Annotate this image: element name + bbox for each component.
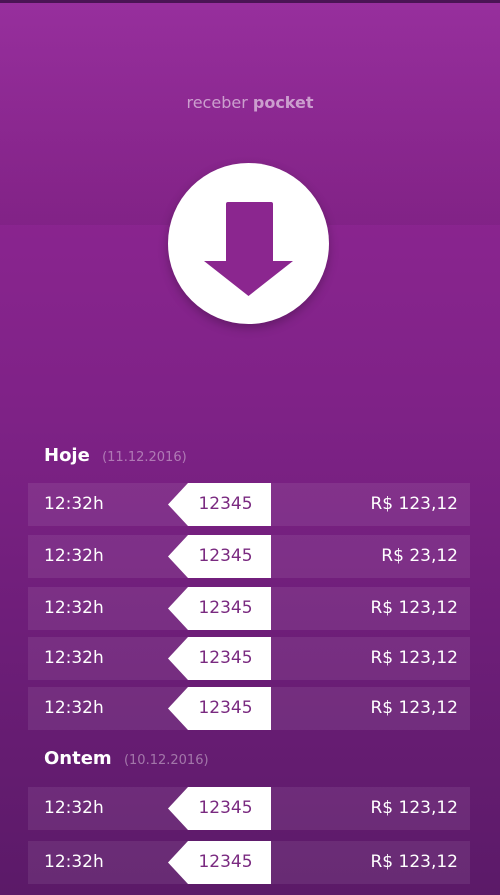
row-amount: R$ 123,12 [370,648,458,668]
code-tag: 12345 [168,535,271,578]
code-tag: 12345 [168,483,271,526]
code-tag: 12345 [168,687,271,730]
code-tag: 12345 [168,841,271,884]
row-time: 12:32h [44,546,104,566]
row-amount: R$ 123,12 [370,698,458,718]
row-amount: R$ 123,12 [370,852,458,872]
section-title-yesterday: Ontem (10.12.2016) [44,748,209,769]
row-code: 12345 [198,546,253,566]
code-tag: 12345 [168,637,271,680]
row-time: 12:32h [44,852,104,872]
row-time: 12:32h [44,598,104,618]
row-code: 12345 [198,698,253,718]
title-bold: pocket [252,93,314,112]
row-code: 12345 [198,798,253,818]
section-date: (10.12.2016) [123,753,209,768]
row-time: 12:32h [44,648,104,668]
transaction-row[interactable]: 12:32h 12345 R$ 23,12 [28,535,470,578]
row-amount: R$ 123,12 [370,494,458,514]
row-amount: R$ 123,12 [370,598,458,618]
row-time: 12:32h [44,698,104,718]
code-tag: 12345 [168,787,271,830]
transaction-row[interactable]: 12:32h 12345 R$ 123,12 [28,637,470,680]
section-title-label: Hoje [44,445,90,466]
row-code: 12345 [198,494,253,514]
page-title: receber pocket [0,93,500,112]
section-date: (11.12.2016) [102,450,187,465]
transaction-row[interactable]: 12:32h 12345 R$ 123,12 [28,787,470,830]
row-time: 12:32h [44,494,104,514]
row-amount: R$ 23,12 [381,546,458,566]
row-time: 12:32h [44,798,104,818]
download-arrow-icon [204,202,293,296]
row-code: 12345 [198,852,253,872]
section-title-label: Ontem [44,748,112,769]
transaction-row[interactable]: 12:32h 12345 R$ 123,12 [28,587,470,630]
row-code: 12345 [198,598,253,618]
section-title-today: Hoje (11.12.2016) [44,445,187,466]
transaction-row[interactable]: 12:32h 12345 R$ 123,12 [28,483,470,526]
receive-button[interactable] [168,163,329,324]
row-code: 12345 [198,648,253,668]
transaction-row[interactable]: 12:32h 12345 R$ 123,12 [28,841,470,884]
transaction-row[interactable]: 12:32h 12345 R$ 123,12 [28,687,470,730]
code-tag: 12345 [168,587,271,630]
title-light: receber [186,93,248,112]
row-amount: R$ 123,12 [370,798,458,818]
